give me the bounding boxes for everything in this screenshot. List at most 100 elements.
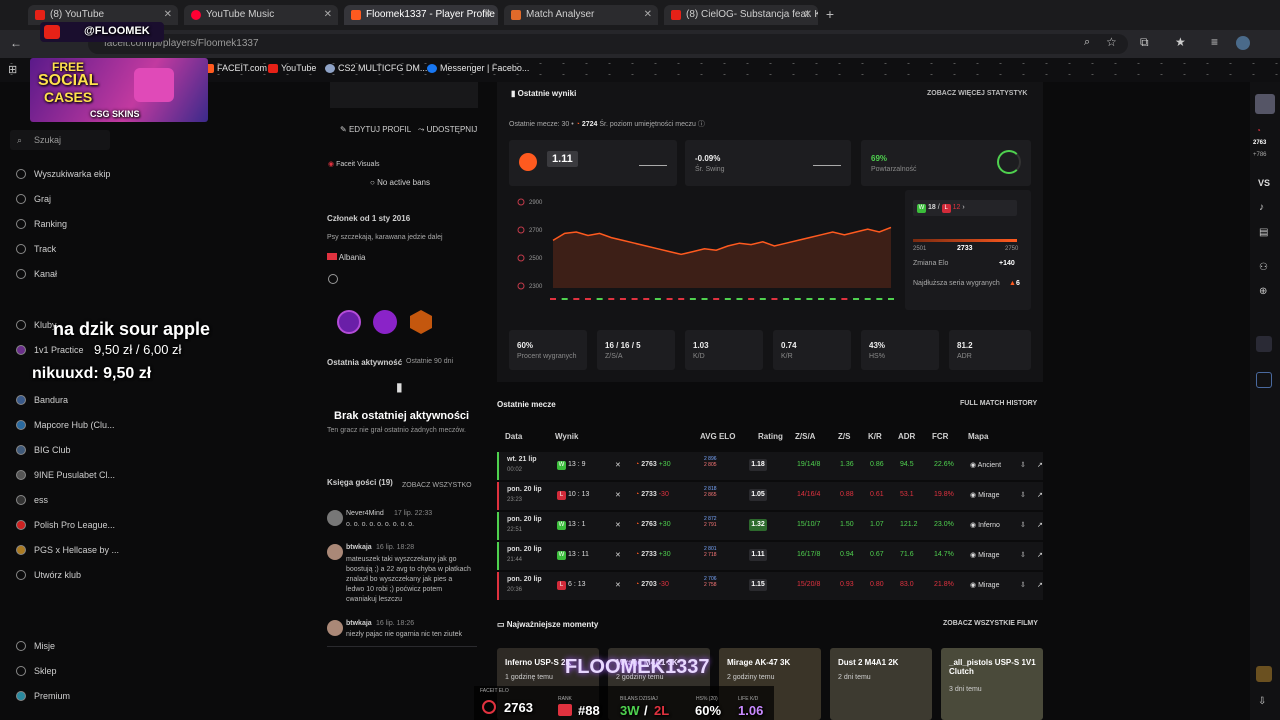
all-videos-link[interactable]: ZOBACZ WSZYSTKIE FILMY: [943, 620, 1038, 627]
apps-grid-icon[interactable]: ⊞: [8, 63, 17, 76]
nav-mapcore-hub[interactable]: Mapcore Hub (Clu...: [16, 418, 115, 432]
nav-big-club[interactable]: BIG Club: [16, 443, 71, 457]
badge-icon[interactable]: [373, 310, 397, 334]
cell-download[interactable]: ⇩: [1020, 491, 1026, 499]
tab-match-analyser[interactable]: Match Analyser ✕: [504, 5, 658, 25]
bookmark-cs2-multicfg[interactable]: CS2 MULTICFG DM...: [325, 63, 427, 73]
see-all-link[interactable]: ZOBACZ WSZYSTKO: [402, 482, 472, 489]
comment-author[interactable]: Never4Mind: [346, 510, 384, 517]
comment-author[interactable]: btwkaja: [346, 620, 372, 627]
nav-premium[interactable]: Premium: [16, 689, 70, 703]
faceit-visuals[interactable]: ◉ Faceit Visuals: [328, 160, 380, 168]
bookmark-star-icon[interactable]: ☆: [1106, 35, 1117, 49]
highlight-card[interactable]: _all_pistols USP-S 1V1 Clutch 3 dni temu: [941, 648, 1043, 720]
col-avg-elo[interactable]: AVG ELO: [700, 432, 735, 441]
cell-download[interactable]: ⇩: [1020, 521, 1026, 529]
cell-open[interactable]: ↗: [1037, 551, 1043, 559]
download-icon[interactable]: ⇩: [1258, 696, 1266, 707]
table-row[interactable]: pon. 20 lip L 6 : 13 ✕ ◔ 2703 -30 2 706 2 758 1…: [497, 572, 1043, 600]
nav-play[interactable]: Graj: [16, 192, 51, 206]
nav-channel[interactable]: Kanał: [16, 267, 57, 281]
nav-shop[interactable]: Sklep: [16, 664, 57, 678]
cell-download[interactable]: ⇩: [1020, 461, 1026, 469]
tab-youtube-music[interactable]: YouTube Music ✕: [184, 5, 338, 25]
highlight-card[interactable]: Dust 2 M4A1 2K 2 dni temu: [830, 648, 932, 720]
streak-record[interactable]: W 18 / L 12 ›: [913, 200, 1017, 216]
nav-bandura[interactable]: Bandura: [16, 393, 68, 407]
col-zsa[interactable]: Z/S/A: [795, 432, 815, 441]
bookmark-faceit[interactable]: FACEIT.com: [204, 63, 267, 73]
url-field[interactable]: faceit.com/pl/players/Floomek1337: [88, 34, 1128, 54]
more-stats-link[interactable]: ZOBACZ WIĘCEJ STATYSTYK: [927, 90, 1027, 97]
zoom-icon[interactable]: ⌕: [1084, 36, 1090, 49]
nav-track[interactable]: Track: [16, 242, 56, 256]
close-icon[interactable]: ✕: [644, 5, 652, 25]
app-icon[interactable]: [1256, 666, 1272, 682]
close-icon[interactable]: ✕: [164, 5, 172, 25]
cell-fcr: 23.0%: [934, 521, 954, 528]
activity-range[interactable]: Ostatnie 90 dni: [406, 358, 453, 365]
edit-profile-button[interactable]: ✎ EDYTUJ PROFIL: [340, 125, 411, 134]
party-icon[interactable]: [1256, 336, 1272, 352]
avatar[interactable]: [1255, 94, 1275, 114]
nav-missions[interactable]: Misje: [16, 639, 55, 653]
col-kr[interactable]: K/R: [868, 432, 882, 441]
cell-open[interactable]: ↗: [1037, 491, 1043, 499]
cell-open[interactable]: ↗: [1037, 461, 1043, 469]
tab-cielog[interactable]: (8) CielOG- Substancja feat. Ki ✕: [664, 5, 818, 25]
table-row[interactable]: wt. 21 lip W 13 : 9 ✕ ◔ 2763 +30 2 896 2 805 19…: [497, 452, 1043, 480]
badge-icon[interactable]: [410, 310, 432, 334]
vs-button[interactable]: VS: [1258, 178, 1270, 188]
nav-create-club[interactable]: Utwórz klub: [16, 568, 81, 582]
avatar[interactable]: [327, 544, 343, 560]
badge-icon[interactable]: [337, 310, 361, 334]
table-row[interactable]: pon. 20 lip W 13 : 11 ✕ ◔ 2733 +30 2 801 2 718…: [497, 542, 1043, 570]
avatar[interactable]: [327, 510, 343, 526]
new-tab-button[interactable]: +: [822, 6, 838, 22]
search-input[interactable]: ⌕ Szukaj: [10, 130, 110, 150]
nav-ess[interactable]: ess: [16, 493, 48, 507]
share-button[interactable]: ⤳ UDOSTĘPNIJ: [418, 125, 477, 135]
col-adr[interactable]: ADR: [898, 432, 915, 441]
col-date[interactable]: Data: [505, 432, 522, 441]
cell-open[interactable]: ↗: [1037, 581, 1043, 589]
back-arrow-icon[interactable]: ←: [10, 36, 22, 50]
collections-icon[interactable]: ≡: [1211, 35, 1218, 49]
profile-avatar[interactable]: [1236, 36, 1250, 50]
close-icon[interactable]: ✕: [804, 5, 812, 25]
anti-cheat-icon[interactable]: [1256, 372, 1272, 388]
full-history-link[interactable]: FULL MATCH HISTORY: [960, 400, 1037, 407]
table-row[interactable]: pon. 20 lip L 10 : 13 ✕ ◔ 2733 -30 2 818 2 865…: [497, 482, 1043, 510]
info-icon[interactable]: ⓘ: [698, 121, 705, 128]
nav-team-finder[interactable]: Wyszukiwarka ekip: [16, 167, 110, 181]
col-map[interactable]: Mapa: [968, 432, 988, 441]
chat-icon[interactable]: ▤: [1259, 227, 1268, 238]
nav-clubs[interactable]: Kluby: [16, 318, 57, 332]
bookmark-messenger[interactable]: Messenger | Facebo...: [427, 63, 529, 73]
col-rating[interactable]: Rating: [758, 432, 783, 441]
avatar[interactable]: [327, 620, 343, 636]
col-fcr[interactable]: FCR: [932, 432, 948, 441]
nav-polish-pro-league[interactable]: Polish Pro League...: [16, 518, 115, 532]
cell-download[interactable]: ⇩: [1020, 581, 1026, 589]
steam-icon[interactable]: [328, 274, 338, 284]
close-icon[interactable]: ✕: [484, 5, 492, 25]
comment-author[interactable]: btwkaja: [346, 544, 372, 551]
nav-1v1-practice[interactable]: 1v1 Practice: [16, 343, 84, 357]
nav-pgs-hellcase[interactable]: PGS x Hellcase by ...: [16, 543, 119, 557]
bell-icon[interactable]: ♪: [1259, 202, 1264, 213]
favorites-icon[interactable]: ★: [1175, 35, 1186, 49]
col-result[interactable]: Wynik: [555, 432, 578, 441]
bookmark-youtube[interactable]: YouTube: [268, 63, 316, 73]
nav-9ine-club[interactable]: 9INE Pusulabet Cl...: [16, 468, 115, 482]
cell-download[interactable]: ⇩: [1020, 551, 1026, 559]
extensions-icon[interactable]: ⧉: [1140, 35, 1149, 50]
nav-ranking[interactable]: Ranking: [16, 217, 67, 231]
cell-open[interactable]: ↗: [1037, 521, 1043, 529]
friends-icon[interactable]: ⚇: [1259, 262, 1268, 273]
tab-player-profile[interactable]: Floomek1337 - Player Profile - ✕: [344, 5, 498, 25]
col-zs[interactable]: Z/S: [838, 432, 850, 441]
add-friend-icon[interactable]: ⊕: [1259, 286, 1267, 297]
close-icon[interactable]: ✕: [324, 5, 332, 25]
table-row[interactable]: pon. 20 lip W 13 : 1 ✕ ◔ 2763 +30 2 872 2 791 1…: [497, 512, 1043, 540]
